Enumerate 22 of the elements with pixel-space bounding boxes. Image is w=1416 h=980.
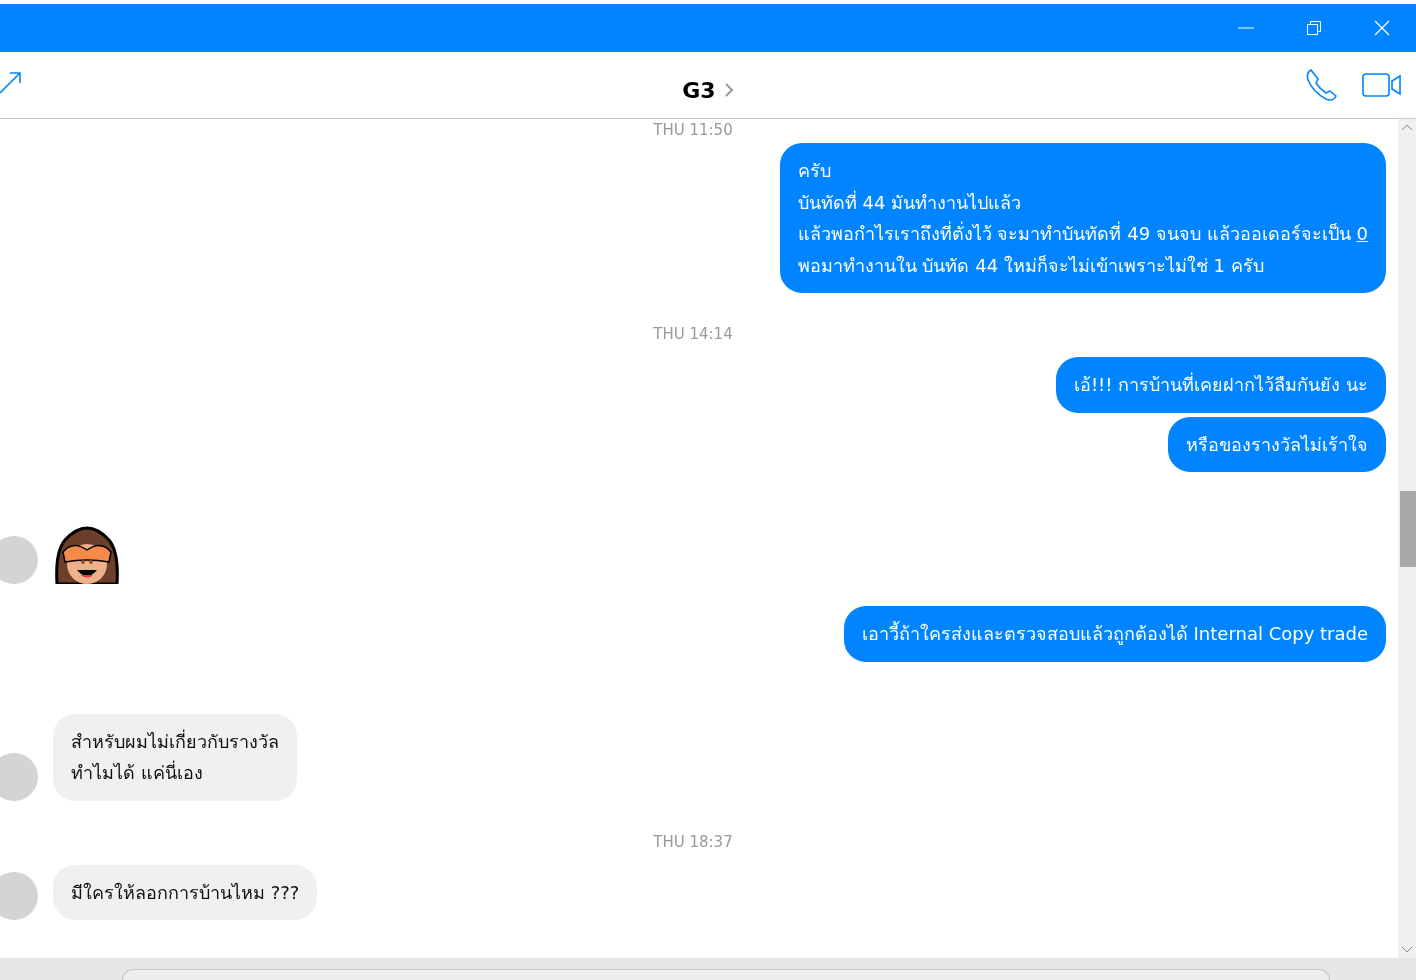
message-input-field[interactable] [122,969,1330,980]
sent-message-bubble: หรือของรางวัลไม่เร้าใจ [1168,416,1386,472]
phone-call-button[interactable] [1304,68,1338,102]
expand-icon[interactable] [0,70,22,94]
sent-message-bubble: เอาวี้ถ้าใครส่งและตรวจสอบแล้วถูกต้องได้ Internal Copy trade [843,606,1386,662]
avatar [0,872,38,920]
timestamp: THU 18:37 [653,832,733,851]
chevron-right-icon[interactable] [723,82,734,98]
timestamp: THU 14:14 [653,325,733,343]
scrollbar-thumb[interactable] [1400,491,1416,567]
received-message-bubble: สำหรับผมไม่เกี่ยวกับรางวัล ทำไมได้ แค่นี่เอง [53,713,297,801]
restore-icon [1306,20,1322,36]
avatar [0,752,38,801]
sent-message-bubble: เอ้!!! การบ้านที่เคยฝากไว้ลืมกันยัง นะ [1055,357,1386,413]
received-message-bubble: มีใครให้ลอกการบ้านไหม ??? [53,864,318,920]
close-icon [1374,20,1390,36]
video-call-button[interactable] [1362,72,1402,98]
timestamp: THU 11:50 [653,121,733,139]
conversation-title[interactable]: G3 [682,77,716,103]
avatar [0,536,38,584]
minimize-icon [1238,27,1254,29]
sent-message-bubble: ครับ บันทัดที่ 44 มันทำงานไปแล้ว แล้วพอกำไรเราถึงที่ตั่งไว้ จะมาทำบันทัดที่ 49 จนจบ แล้วออเดอร์จะเป็น 0 พอมาทำงานใน บันทัด 44 ใหม่ก็จะไม่เข้าเพราะไม่ใช่ 1 ครับ [779,143,1386,293]
